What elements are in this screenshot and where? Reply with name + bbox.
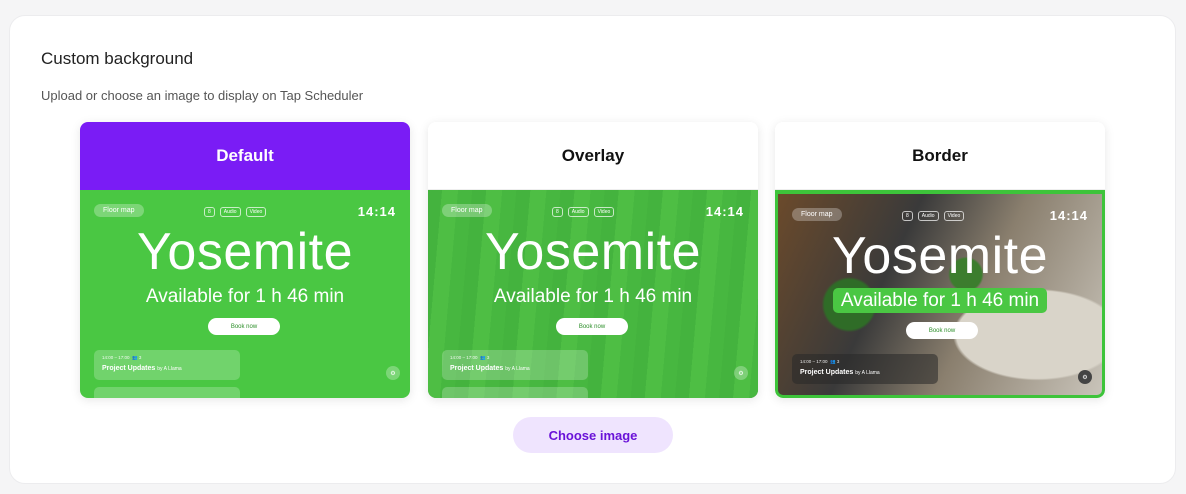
- option-label: Overlay: [428, 122, 758, 190]
- custom-background-panel: Custom background Upload or choose an im…: [9, 15, 1176, 484]
- meeting-attendees: 3: [836, 359, 840, 364]
- choose-image-button[interactable]: Choose image: [513, 417, 673, 453]
- audio-chip: Audio: [219, 207, 241, 217]
- capacity-chip: 8: [204, 207, 215, 217]
- meeting-title: Project Updates: [450, 365, 504, 372]
- room-name: Yosemite: [485, 223, 701, 281]
- feature-chips: 8 Audio Video: [552, 207, 615, 217]
- preview-image: Floor map 8 Audio Video 14:14 Yosemite A…: [775, 190, 1105, 398]
- background-option-border[interactable]: Border Floor map 8 Audio Video 14:14 Yos…: [775, 122, 1105, 398]
- option-label: Default: [80, 122, 410, 190]
- video-chip: Video: [245, 207, 267, 217]
- meeting-attendees: 3: [486, 355, 490, 360]
- feature-chips: 8 Audio Video: [204, 207, 267, 217]
- clock: 14:14: [705, 204, 744, 219]
- room-name: Yosemite: [137, 223, 353, 281]
- capacity-chip: 8: [902, 211, 913, 221]
- section-title: Custom background: [41, 49, 194, 68]
- meeting-card-next: [442, 387, 588, 398]
- meeting-time: 14:00 – 17:00: [450, 355, 478, 360]
- availability-text: Available for 1 h 46 min: [80, 286, 410, 308]
- gear-icon: ⚙: [386, 366, 400, 380]
- meeting-organizer: by A Llama: [505, 366, 530, 372]
- meeting-attendees: 3: [138, 355, 142, 360]
- meeting-time: 14:00 – 17:00: [102, 355, 130, 360]
- availability-label: Available for 1 h 46 min: [145, 286, 345, 307]
- audio-chip: Audio: [567, 207, 589, 217]
- book-now-button: Book now: [906, 322, 978, 339]
- book-now-button: Book now: [208, 318, 280, 335]
- meeting-card: 14:00 – 17:00 👥 3 Project Updates by A L…: [442, 350, 588, 380]
- book-now-button: Book now: [556, 318, 628, 335]
- background-option-overlay[interactable]: Overlay Floor map 8 Audio Video 14:14 Yo…: [428, 122, 758, 398]
- video-chip: Video: [593, 207, 615, 217]
- availability-text: Available for 1 h 46 min: [428, 286, 758, 308]
- floor-map-chip: Floor map: [442, 204, 492, 217]
- meeting-time: 14:00 – 17:00: [800, 359, 828, 364]
- meeting-card-next: [94, 387, 240, 398]
- option-label: Border: [775, 122, 1105, 190]
- video-chip: Video: [943, 211, 965, 221]
- preview-image: Floor map 8 Audio Video 14:14 Yosemite A…: [428, 190, 758, 398]
- floor-map-chip: Floor map: [94, 204, 144, 217]
- clock: 14:14: [1049, 208, 1088, 223]
- meeting-organizer: by A Llama: [157, 366, 182, 372]
- meeting-title: Project Updates: [800, 369, 854, 376]
- clock: 14:14: [357, 204, 396, 219]
- room-name: Yosemite: [832, 227, 1048, 285]
- gear-icon: ⚙: [734, 366, 748, 380]
- availability-label: Available for 1 h 46 min: [832, 288, 1048, 313]
- audio-chip: Audio: [917, 211, 939, 221]
- capacity-chip: 8: [552, 207, 563, 217]
- background-option-default[interactable]: Default Floor map 8 Audio Video 14:14 Yo…: [80, 122, 410, 398]
- availability-label: Available for 1 h 46 min: [493, 286, 693, 307]
- meeting-title: Project Updates: [102, 365, 156, 372]
- gear-icon: ⚙: [1078, 370, 1092, 384]
- feature-chips: 8 Audio Video: [902, 211, 965, 221]
- meeting-organizer: by A Llama: [855, 370, 880, 376]
- meeting-card: 14:00 – 17:00 👥 3 Project Updates by A L…: [94, 350, 240, 380]
- floor-map-chip: Floor map: [792, 208, 842, 221]
- availability-text: Available for 1 h 46 min: [778, 288, 1102, 313]
- preview-image: Floor map 8 Audio Video 14:14 Yosemite A…: [80, 190, 410, 398]
- section-subtitle: Upload or choose an image to display on …: [41, 88, 364, 103]
- meeting-card: 14:00 – 17:00 👥 3 Project Updates by A L…: [792, 354, 938, 384]
